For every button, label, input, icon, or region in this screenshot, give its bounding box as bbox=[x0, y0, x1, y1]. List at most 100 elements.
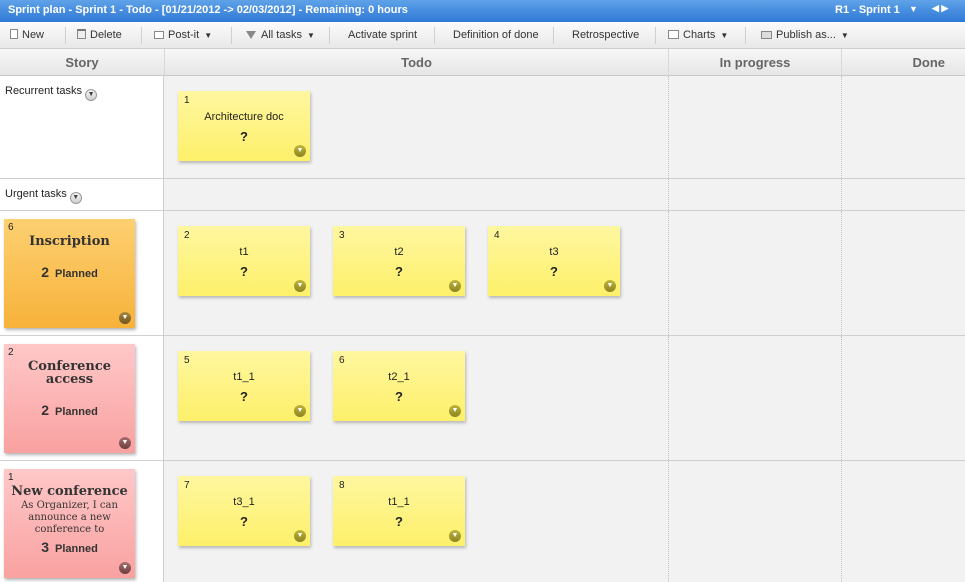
sprint-selector[interactable]: R1 - Sprint 1 bbox=[835, 4, 900, 16]
column-header-row: Story Todo In progress Done bbox=[0, 49, 965, 76]
charts-menu-button[interactable]: Charts ▼ bbox=[668, 22, 728, 49]
story-title: Inscription bbox=[29, 234, 110, 249]
chevron-down-icon[interactable]: ▼ bbox=[69, 192, 82, 204]
story-state: Planned bbox=[55, 543, 98, 555]
lane-story: 1 New conference As Organizer, I can ann… bbox=[0, 461, 965, 582]
lane-label-recurrent[interactable]: Recurrent tasks ▼ bbox=[5, 85, 98, 101]
lane-label-urgent[interactable]: Urgent tasks ▼ bbox=[5, 188, 82, 204]
task-estimate: ? bbox=[550, 264, 558, 279]
task-filter-button[interactable]: All tasks ▼ bbox=[246, 22, 315, 49]
delete-label: Delete bbox=[90, 29, 122, 41]
story-card[interactable]: 2 Conference access 2 Planned ▼ bbox=[4, 344, 135, 453]
lane-story-cell: Urgent tasks ▼ bbox=[0, 179, 164, 210]
publish-menu-button[interactable]: Publish as... ▼ bbox=[761, 22, 849, 49]
task-number: 6 bbox=[339, 355, 345, 366]
chevron-down-icon[interactable]: ▼ bbox=[85, 89, 98, 101]
task-postit[interactable]: 7 t3_1 ? ▼ bbox=[178, 476, 310, 546]
task-postit[interactable]: 5 t1_1 ? ▼ bbox=[178, 351, 310, 421]
story-plan: 2 Planned bbox=[4, 402, 135, 418]
story-points: 2 bbox=[41, 402, 49, 418]
chevron-down-icon: ▼ bbox=[306, 31, 315, 40]
column-divider bbox=[668, 179, 669, 210]
task-name: Architecture doc bbox=[204, 111, 284, 123]
chevron-down-icon[interactable]: ▼ bbox=[119, 312, 131, 324]
task-number: 1 bbox=[184, 95, 190, 106]
new-button[interactable]: New bbox=[10, 22, 44, 49]
story-state: Planned bbox=[55, 268, 98, 280]
retrospective-button[interactable]: Retrospective bbox=[572, 22, 639, 49]
sprint-nav-arrows-icon[interactable]: ◀ ▶ bbox=[932, 3, 948, 14]
story-plan: 2 Planned bbox=[4, 264, 135, 280]
task-name: t1 bbox=[239, 246, 249, 258]
story-card[interactable]: 1 New conference As Organizer, I can ann… bbox=[4, 469, 135, 578]
definition-of-done-button[interactable]: Definition of done bbox=[453, 22, 539, 49]
task-postit[interactable]: 3 t2 ? ▼ bbox=[333, 226, 465, 296]
lane-label-text: Recurrent tasks bbox=[5, 85, 83, 97]
task-postit[interactable]: 2 t1 ? ▼ bbox=[178, 226, 310, 296]
toolbar-separator bbox=[65, 27, 66, 44]
task-postit[interactable]: 8 t1_1 ? ▼ bbox=[333, 476, 465, 546]
toolbar: New Delete Post-it ▼ All tasks ▼ Activate … bbox=[0, 22, 965, 49]
toolbar-separator bbox=[231, 27, 232, 44]
chevron-down-icon[interactable]: ▼ bbox=[449, 280, 461, 292]
column-header-story: Story bbox=[65, 55, 99, 70]
lane-story-cell: 6 Inscription 2 Planned ▼ bbox=[0, 211, 164, 335]
chevron-down-icon: ▼ bbox=[204, 31, 213, 40]
chevron-down-icon: ▼ bbox=[720, 31, 729, 40]
story-title: New conference bbox=[11, 484, 128, 499]
column-divider bbox=[668, 336, 669, 460]
story-number: 1 bbox=[8, 472, 14, 483]
sprint-dropdown-icon[interactable]: ▼ bbox=[909, 4, 918, 14]
story-number: 6 bbox=[8, 222, 14, 233]
new-icon bbox=[10, 29, 18, 39]
activate-sprint-button[interactable]: Activate sprint bbox=[348, 22, 417, 49]
chevron-down-icon[interactable]: ▼ bbox=[604, 280, 616, 292]
chevron-down-icon[interactable]: ▼ bbox=[119, 437, 131, 449]
story-card[interactable]: 6 Inscription 2 Planned ▼ bbox=[4, 219, 135, 328]
chevron-down-icon[interactable]: ▼ bbox=[294, 280, 306, 292]
postit-menu-button[interactable]: Post-it ▼ bbox=[154, 22, 212, 49]
task-estimate: ? bbox=[395, 264, 403, 279]
column-divider bbox=[841, 179, 842, 210]
lane-urgent-tasks: Urgent tasks ▼ bbox=[0, 179, 965, 211]
column-header-done: Done bbox=[912, 55, 946, 70]
lane-story-cell: 1 New conference As Organizer, I can ann… bbox=[0, 461, 164, 582]
trash-icon bbox=[77, 29, 86, 39]
window-title: Sprint plan - Sprint 1 - Todo - [01/21/2… bbox=[8, 4, 408, 16]
filter-icon bbox=[246, 31, 256, 39]
task-estimate: ? bbox=[395, 389, 403, 404]
chevron-down-icon[interactable]: ▼ bbox=[449, 530, 461, 542]
toolbar-separator bbox=[745, 27, 746, 44]
lane-label-text: Urgent tasks bbox=[5, 188, 67, 200]
task-name: t3_1 bbox=[233, 496, 255, 508]
task-estimate: ? bbox=[240, 264, 248, 279]
task-estimate: ? bbox=[395, 514, 403, 529]
task-number: 3 bbox=[339, 230, 345, 241]
publish-label: Publish as... bbox=[776, 29, 836, 41]
task-number: 7 bbox=[184, 480, 190, 491]
toolbar-separator bbox=[553, 27, 554, 44]
print-icon bbox=[761, 31, 772, 39]
toolbar-separator bbox=[655, 27, 656, 44]
postit-label: Post-it bbox=[168, 29, 200, 41]
task-postit[interactable]: 4 t3 ? ▼ bbox=[488, 226, 620, 296]
lane-story: 6 Inscription 2 Planned ▼ 2 t1 ? ▼ 3 t2 ?… bbox=[0, 211, 965, 336]
column-divider bbox=[841, 461, 842, 582]
toolbar-separator bbox=[434, 27, 435, 44]
chevron-down-icon[interactable]: ▼ bbox=[294, 405, 306, 417]
task-name: t3 bbox=[549, 246, 559, 258]
task-name: t2 bbox=[394, 246, 404, 258]
chevron-down-icon[interactable]: ▼ bbox=[449, 405, 461, 417]
chevron-down-icon: ▼ bbox=[840, 31, 849, 40]
chevron-down-icon[interactable]: ▼ bbox=[119, 562, 131, 574]
story-state: Planned bbox=[55, 406, 98, 418]
delete-button[interactable]: Delete bbox=[77, 22, 122, 49]
task-postit[interactable]: 6 t2_1 ? ▼ bbox=[333, 351, 465, 421]
chevron-down-icon[interactable]: ▼ bbox=[294, 145, 306, 157]
story-points: 3 bbox=[41, 539, 49, 555]
task-name: t2_1 bbox=[388, 371, 410, 383]
chevron-down-icon[interactable]: ▼ bbox=[294, 530, 306, 542]
lane-story-cell: Recurrent tasks ▼ bbox=[0, 76, 164, 178]
column-header-todo: Todo bbox=[401, 55, 432, 70]
task-postit[interactable]: 1 Architecture doc ? ▼ bbox=[178, 91, 310, 161]
